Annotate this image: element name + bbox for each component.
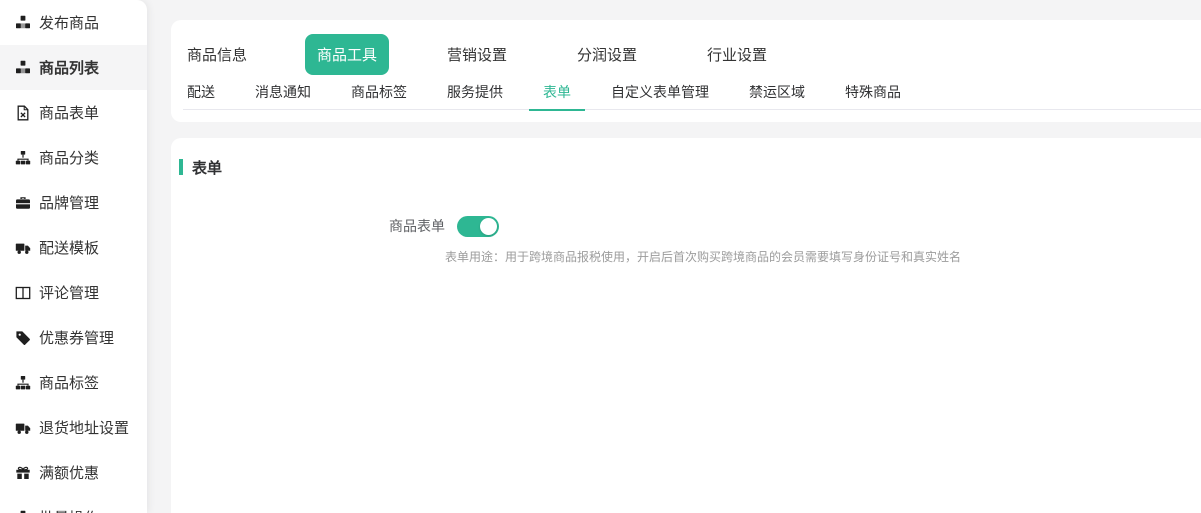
sitemap-icon	[15, 375, 31, 391]
form-help-text: 表单用途：用于跨境商品报税使用，开启后首次购买跨境商品的会员需要填写身份证号和真…	[445, 248, 1181, 265]
content-panel: 表单 商品表单 表单用途：用于跨境商品报税使用，开启后首次购买跨境商品的会员需要…	[171, 138, 1201, 513]
subtab-form[interactable]: 表单	[523, 76, 591, 110]
sidebar-item-product-tags[interactable]: 商品标签	[0, 360, 147, 405]
section-accent-bar	[179, 159, 183, 175]
subtab-product-tags[interactable]: 商品标签	[331, 76, 427, 110]
sidebar-item-full-discount[interactable]: 满额优惠	[0, 450, 147, 495]
tabs-panel: 商品信息 商品工具 营销设置 分润设置 行业设置 配送 消息通知 商品标签 服务…	[171, 20, 1201, 122]
subtab-shipping[interactable]: 配送	[187, 76, 235, 110]
tab-marketing-settings[interactable]: 营销设置	[447, 44, 507, 65]
tag-icon	[15, 330, 31, 346]
gift-icon	[15, 465, 31, 481]
product-form-label: 商品表单	[179, 216, 445, 236]
sidebar-item-publish-product[interactable]: 发布商品	[0, 0, 147, 45]
product-form-toggle[interactable]	[457, 216, 499, 237]
cubes-icon	[15, 510, 31, 513]
subtab-custom-form-management[interactable]: 自定义表单管理	[591, 76, 729, 110]
primary-tab-bar: 商品信息 商品工具 营销设置 分润设置 行业设置	[171, 32, 1201, 76]
toggle-knob-icon	[480, 218, 497, 235]
sidebar-item-label: 退货地址设置	[39, 417, 129, 438]
sidebar-item-label: 商品表单	[39, 102, 99, 123]
sidebar-item-return-address-settings[interactable]: 退货地址设置	[0, 405, 147, 450]
secondary-tab-bar: 配送 消息通知 商品标签 服务提供 表单 自定义表单管理 禁运区域 特殊商品	[183, 76, 1201, 110]
tab-product-tools[interactable]: 商品工具	[305, 34, 389, 75]
section-header: 表单	[179, 158, 1181, 176]
subtab-service-provision[interactable]: 服务提供	[427, 76, 523, 110]
sidebar-item-label: 满额优惠	[39, 462, 99, 483]
sidebar-item-label: 优惠券管理	[39, 327, 114, 348]
subtab-restricted-areas[interactable]: 禁运区域	[729, 76, 825, 110]
sidebar: 发布商品 商品列表 商品表单 商品分类 品牌管理 配送模板 评论管理 优惠券管理…	[0, 0, 147, 513]
sidebar-item-label: 品牌管理	[39, 192, 99, 213]
sidebar-item-batch-operations[interactable]: 批量操作	[0, 495, 147, 513]
truck-icon	[15, 420, 31, 436]
tab-profit-settings[interactable]: 分润设置	[577, 44, 637, 65]
tab-product-info[interactable]: 商品信息	[187, 44, 247, 65]
sidebar-item-label: 商品标签	[39, 372, 99, 393]
sidebar-item-label: 商品分类	[39, 147, 99, 168]
tab-industry-settings[interactable]: 行业设置	[707, 44, 767, 65]
sidebar-item-label: 发布商品	[39, 12, 99, 33]
subtab-special-products[interactable]: 特殊商品	[825, 76, 921, 110]
form-row-product-form: 商品表单	[179, 214, 1181, 238]
subtab-message-notification[interactable]: 消息通知	[235, 76, 331, 110]
sidebar-item-product-form[interactable]: 商品表单	[0, 90, 147, 135]
columns-icon	[15, 285, 31, 301]
sitemap-icon	[15, 150, 31, 166]
sidebar-item-shipping-template[interactable]: 配送模板	[0, 225, 147, 270]
sidebar-item-label: 商品列表	[39, 57, 99, 78]
sidebar-item-review-management[interactable]: 评论管理	[0, 270, 147, 315]
sidebar-item-product-list[interactable]: 商品列表	[0, 45, 147, 90]
briefcase-icon	[15, 195, 31, 211]
sidebar-menu: 发布商品 商品列表 商品表单 商品分类 品牌管理 配送模板 评论管理 优惠券管理…	[0, 0, 147, 513]
section-title: 表单	[192, 157, 222, 178]
cubes-icon	[15, 60, 31, 76]
sidebar-item-label: 评论管理	[39, 282, 99, 303]
file-x-icon	[15, 105, 31, 121]
sidebar-item-brand-management[interactable]: 品牌管理	[0, 180, 147, 225]
cubes-icon	[15, 15, 31, 31]
sidebar-item-label: 配送模板	[39, 237, 99, 258]
sidebar-item-label: 批量操作	[39, 507, 99, 513]
truck-icon	[15, 240, 31, 256]
sidebar-item-coupon-management[interactable]: 优惠券管理	[0, 315, 147, 360]
sidebar-item-product-category[interactable]: 商品分类	[0, 135, 147, 180]
